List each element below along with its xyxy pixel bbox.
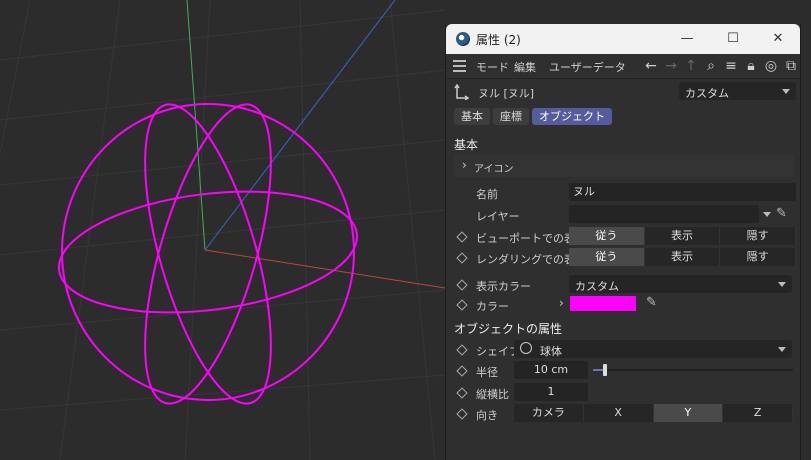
eyedropper-icon[interactable]: ✎ bbox=[646, 295, 657, 310]
keyframe-diamond-icon[interactable] bbox=[456, 231, 468, 243]
menu-userdata[interactable]: ユーザーデータ bbox=[549, 59, 626, 75]
orientation-segment: カメラ X Y Z bbox=[514, 404, 793, 422]
radius-field[interactable]: 10 cm bbox=[514, 361, 588, 379]
filter-icon[interactable]: ≡ bbox=[722, 57, 740, 75]
render-hide[interactable]: 隠す bbox=[720, 248, 797, 266]
row-render-visibility: レンダリングでの表示 従う 表示 隠す bbox=[446, 248, 800, 267]
keyframe-diamond-icon[interactable] bbox=[456, 344, 468, 356]
target-icon[interactable]: ◎ bbox=[762, 57, 780, 75]
render-show[interactable]: 表示 bbox=[644, 248, 721, 266]
aspect-field[interactable]: 1 bbox=[514, 383, 588, 401]
row-name: 名前 ヌル bbox=[446, 183, 800, 202]
hamburger-icon[interactable] bbox=[453, 60, 466, 72]
keyframe-diamond-icon[interactable] bbox=[456, 252, 468, 264]
orientation-label: 向き bbox=[476, 409, 498, 422]
tab-basic[interactable]: 基本 bbox=[454, 108, 490, 125]
section-object-props-title: オブジェクトの属性 bbox=[454, 322, 563, 336]
display-color-label: 表示カラー bbox=[476, 280, 531, 293]
minimize-button[interactable]: — bbox=[676, 28, 698, 50]
eyedropper-icon[interactable]: ✎ bbox=[776, 206, 787, 221]
new-window-icon[interactable]: ⧉ bbox=[782, 57, 800, 75]
row-color: カラー › ✎ bbox=[446, 295, 800, 314]
tab-bar: 基本 座標 オブジェクト bbox=[454, 108, 615, 125]
orient-z[interactable]: Z bbox=[723, 404, 793, 422]
attributes-panel: 属性 (2) — ☐ ✕ モード 編集 ユーザーデータ ← → ↑ ⌕ ≡ 🔒︎… bbox=[445, 24, 801, 460]
object-name: ヌル [ヌル] bbox=[478, 87, 535, 100]
orient-camera[interactable]: カメラ bbox=[514, 404, 584, 422]
viewport-show[interactable]: 表示 bbox=[644, 227, 721, 245]
lock-icon[interactable]: 🔒︎ bbox=[742, 57, 760, 75]
icon-group[interactable]: › アイコン bbox=[454, 155, 794, 177]
color-label: カラー bbox=[476, 300, 509, 313]
layer-label: レイヤー bbox=[476, 210, 520, 223]
row-display-color: 表示カラー カスタム bbox=[446, 275, 800, 294]
row-orientation: 向き カメラ X Y Z bbox=[446, 404, 800, 423]
search-icon[interactable]: ⌕ bbox=[702, 57, 720, 75]
orient-x[interactable]: X bbox=[583, 404, 654, 422]
preset-dropdown[interactable]: カスタム bbox=[679, 82, 796, 100]
display-color-value: カスタム bbox=[575, 280, 619, 293]
keyframe-diamond-icon[interactable] bbox=[456, 387, 468, 399]
menu-edit[interactable]: 編集 bbox=[514, 59, 536, 75]
shape-value: 球体 bbox=[540, 345, 562, 358]
name-label: 名前 bbox=[476, 188, 498, 201]
row-viewport-visibility: ビューポートでの表示 従う 表示 隠す bbox=[446, 227, 800, 246]
keyframe-diamond-icon[interactable] bbox=[456, 299, 468, 311]
null-object-icon bbox=[454, 84, 470, 100]
display-color-dropdown[interactable]: カスタム bbox=[569, 275, 792, 293]
layer-field[interactable] bbox=[569, 205, 759, 223]
tab-coordinates[interactable]: 座標 bbox=[493, 108, 529, 125]
radius-slider-handle[interactable] bbox=[603, 364, 607, 376]
row-radius: 半径 10 cm bbox=[446, 361, 800, 380]
maximize-button[interactable]: ☐ bbox=[722, 28, 744, 50]
color-swatch[interactable] bbox=[570, 296, 636, 311]
keyframe-diamond-icon[interactable] bbox=[456, 408, 468, 420]
layer-dropdown-icon[interactable] bbox=[763, 212, 771, 217]
viewport-follow[interactable]: 従う bbox=[569, 227, 645, 245]
close-button[interactable]: ✕ bbox=[767, 28, 789, 50]
viewport-hide[interactable]: 隠す bbox=[720, 227, 797, 245]
chevron-right-icon[interactable]: › bbox=[559, 296, 564, 310]
chevron-down-icon bbox=[778, 282, 786, 287]
tab-object[interactable]: オブジェクト bbox=[532, 108, 612, 125]
back-arrow-icon[interactable]: ← bbox=[642, 57, 660, 75]
chevron-down-icon bbox=[782, 89, 790, 94]
row-aspect: 縦横比 1 bbox=[446, 383, 800, 402]
viewport-visibility-segment: 従う 表示 隠す bbox=[569, 227, 797, 245]
up-arrow-icon[interactable]: ↑ bbox=[682, 57, 700, 75]
render-follow[interactable]: 従う bbox=[569, 248, 645, 266]
app-icon bbox=[456, 32, 470, 46]
orient-y[interactable]: Y bbox=[653, 404, 724, 422]
row-shape: シェイプ 球体 bbox=[446, 340, 800, 359]
keyframe-diamond-icon[interactable] bbox=[456, 279, 468, 291]
chevron-right-icon: › bbox=[462, 158, 467, 172]
object-header: ヌル [ヌル] カスタム bbox=[446, 80, 800, 104]
render-visibility-segment: 従う 表示 隠す bbox=[569, 248, 797, 266]
preset-value: カスタム bbox=[685, 87, 729, 100]
radius-label: 半径 bbox=[476, 366, 498, 379]
title-bar[interactable]: 属性 (2) — ☐ ✕ bbox=[446, 24, 800, 54]
aspect-label: 縦横比 bbox=[476, 388, 509, 401]
row-layer: レイヤー ✎ bbox=[446, 205, 800, 224]
section-basic-title: 基本 bbox=[454, 138, 479, 152]
window-title: 属性 (2) bbox=[476, 33, 521, 47]
menu-mode[interactable]: モード bbox=[476, 59, 509, 75]
menu-bar: モード 編集 ユーザーデータ ← → ↑ ⌕ ≡ 🔒︎ ◎ ⧉ bbox=[446, 54, 800, 79]
radius-slider[interactable] bbox=[593, 364, 793, 376]
sphere-shape-icon bbox=[520, 342, 532, 354]
forward-arrow-icon[interactable]: → bbox=[662, 57, 680, 75]
chevron-down-icon bbox=[778, 347, 786, 352]
icon-group-label: アイコン bbox=[474, 164, 514, 175]
shape-dropdown[interactable]: 球体 bbox=[514, 340, 792, 358]
name-field[interactable]: ヌル bbox=[569, 183, 796, 201]
keyframe-diamond-icon[interactable] bbox=[456, 365, 468, 377]
